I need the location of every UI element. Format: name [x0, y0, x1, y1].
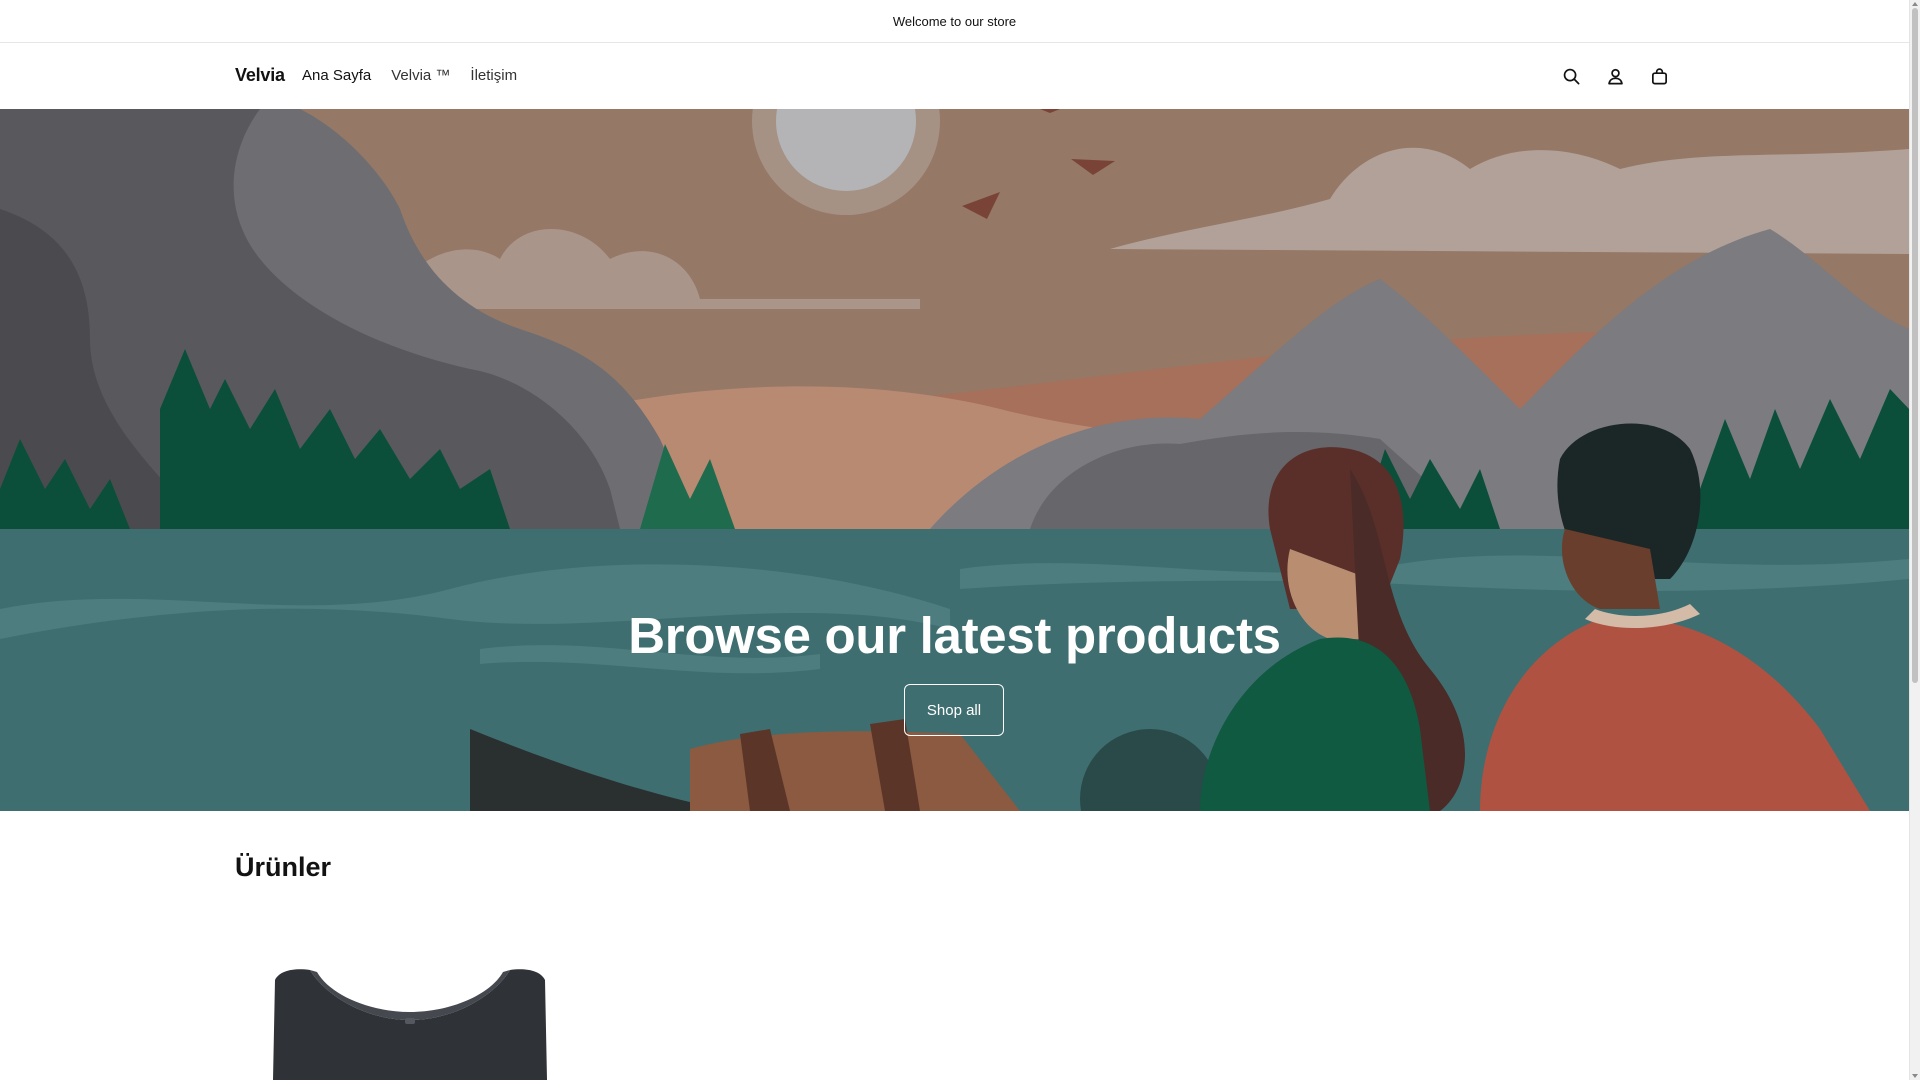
- product-image: [273, 969, 547, 1080]
- storefront-page: Welcome to our store Velvia Ana Sayfa Ve…: [0, 0, 1909, 1080]
- products-heading: Ürünler: [235, 852, 332, 882]
- page-scrollbar[interactable]: [1909, 0, 1920, 1080]
- search-icon[interactable]: [1558, 63, 1584, 89]
- account-icon[interactable]: [1602, 63, 1628, 89]
- header-icons: [1558, 63, 1672, 89]
- scroll-down-icon[interactable]: [1912, 1074, 1918, 1078]
- nav-item-velvia[interactable]: Velvia ™: [391, 67, 450, 84]
- site-header: Velvia Ana Sayfa Velvia ™ İletişim: [0, 43, 1909, 109]
- product-card[interactable]: [235, 900, 585, 1080]
- announcement-bar: Welcome to our store: [0, 0, 1909, 43]
- hero-content: Browse our latest products Shop all: [0, 109, 1909, 811]
- main-nav: Ana Sayfa Velvia ™ İletişim: [302, 67, 517, 84]
- hero-title: Browse our latest products: [628, 607, 1281, 664]
- scroll-up-icon[interactable]: [1912, 2, 1918, 6]
- shop-all-button[interactable]: Shop all: [904, 684, 1004, 736]
- nav-item-home[interactable]: Ana Sayfa: [302, 67, 371, 84]
- nav-item-contact[interactable]: İletişim: [470, 67, 517, 84]
- hero-banner: Browse our latest products Shop all: [0, 109, 1909, 811]
- cart-icon[interactable]: [1646, 63, 1672, 89]
- scrollbar-thumb[interactable]: [1912, 8, 1918, 683]
- announcement-text: Welcome to our store: [892, 13, 1017, 29]
- brand-logo[interactable]: Velvia: [235, 65, 285, 86]
